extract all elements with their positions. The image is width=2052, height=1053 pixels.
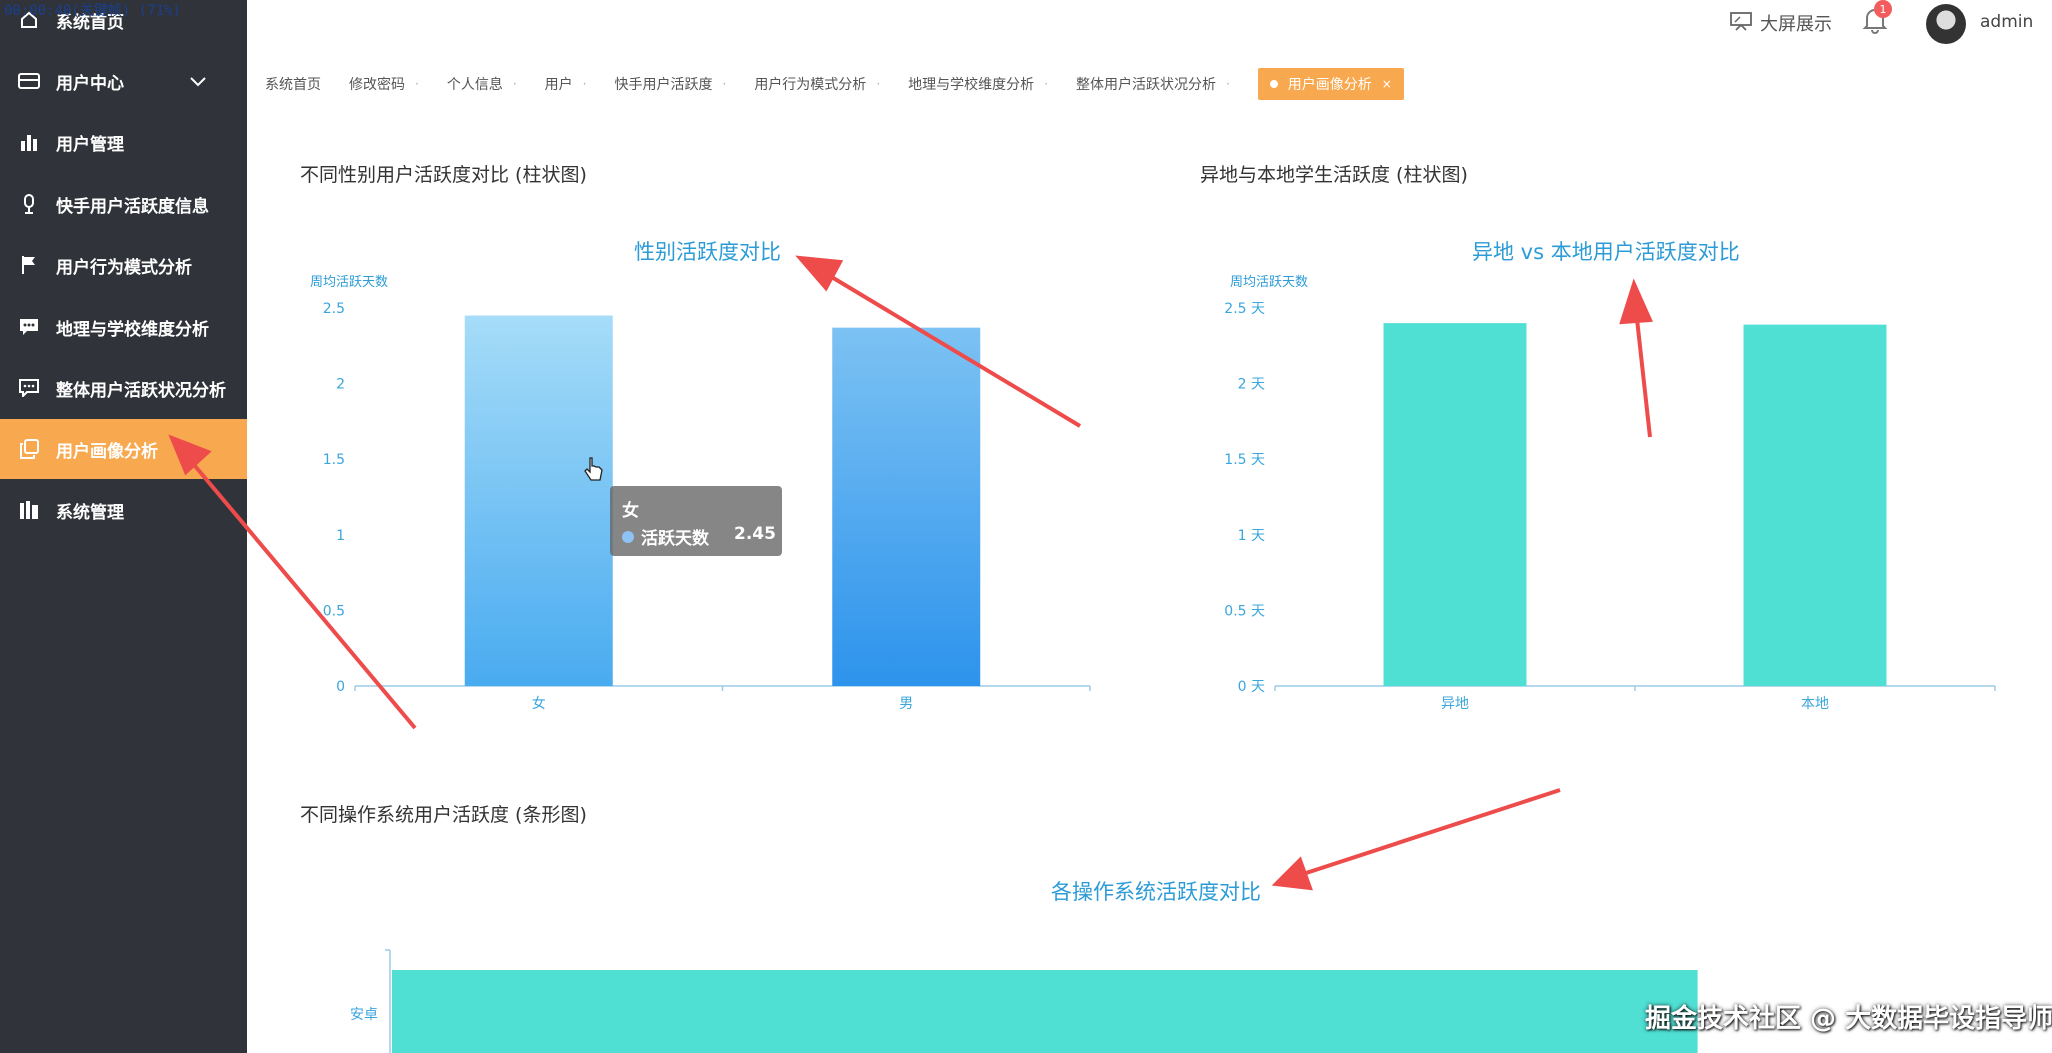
- close-icon[interactable]: ·: [1044, 77, 1048, 91]
- tab-geo-school[interactable]: 地理与学校维度分析 ·: [908, 68, 1048, 100]
- sidebar-item-system[interactable]: 系统管理: [0, 480, 247, 540]
- close-icon[interactable]: ×: [1382, 77, 1392, 91]
- y-tick-label: 0.5: [323, 603, 345, 619]
- y-axis-title: 周均活跃天数: [1230, 275, 1308, 290]
- region-section-title: 异地与本地学生活跃度 (柱状图): [1200, 164, 1468, 186]
- bar[interactable]: [392, 970, 1698, 1053]
- y-axis-title: 周均活跃天数: [310, 275, 388, 290]
- tab-home[interactable]: 系统首页: [265, 68, 321, 100]
- y-tick-label: 2.5 天: [1224, 301, 1265, 317]
- sidebar-item-label: 整体用户活跃状况分析: [56, 380, 226, 401]
- x-tick-label: 异地: [1441, 696, 1469, 712]
- chart-title-os: 各操作系统活跃度对比: [1051, 880, 1261, 904]
- sidebar-item-label: 地理与学校维度分析: [56, 319, 209, 340]
- copy-icon: [16, 439, 42, 459]
- tab-behavior[interactable]: 用户行为模式分析 ·: [754, 68, 880, 100]
- bar[interactable]: [832, 327, 981, 686]
- tab-user-profile[interactable]: 用户画像分析 ×: [1257, 68, 1404, 100]
- bar[interactable]: [1743, 324, 1887, 686]
- overlay-timestamp: 00:00:40(关键帧) (71%): [4, 3, 181, 19]
- bar-chart-icon: [16, 133, 42, 151]
- region-bar-chart[interactable]: 周均活跃天数 0 天 0.5 天 1 天 1.5 天 2 天 2.5 天异地 本地: [1200, 260, 2020, 720]
- tab-change-password[interactable]: 修改密码 ·: [349, 68, 419, 100]
- os-bar-chart[interactable]: 安卓: [330, 930, 1750, 1053]
- cursor-icon: [584, 456, 604, 486]
- tab-label: 地理与学校维度分析: [908, 77, 1035, 93]
- sidebar-item-label: 用户行为模式分析: [56, 257, 192, 278]
- bar[interactable]: [1383, 323, 1527, 686]
- tooltip-series-dot: [622, 531, 634, 543]
- close-icon[interactable]: ·: [1226, 77, 1230, 91]
- tooltip-series: 活跃天数: [641, 529, 709, 549]
- y-tick-label: 2: [336, 377, 345, 393]
- sidebar-item-behavior[interactable]: 用户行为模式分析: [0, 235, 247, 295]
- active-dot: [1269, 80, 1278, 88]
- x-tick-label: 女: [532, 695, 546, 712]
- x-tick-label: 本地: [1801, 696, 1829, 712]
- y-tick-label: 0.5 天: [1224, 603, 1265, 619]
- sidebar-item-label: 用户管理: [56, 134, 124, 155]
- x-tick-label: 男: [899, 696, 913, 712]
- os-section-title: 不同操作系统用户活跃度 (条形图): [300, 804, 587, 826]
- card-icon: [16, 72, 42, 90]
- sidebar-item-user-management[interactable]: 用户管理: [0, 112, 247, 172]
- flag-icon: [16, 255, 42, 275]
- y-tick-label: 1 天: [1238, 528, 1265, 544]
- bar[interactable]: [464, 315, 613, 686]
- chevron-down-icon: [189, 73, 207, 93]
- tab-label: 个人信息: [446, 77, 503, 93]
- tab-label: 系统首页: [265, 77, 321, 93]
- sidebar-item-user-center[interactable]: 用户中心: [0, 51, 247, 111]
- sidebar-item-label: 快手用户活跃度信息: [56, 196, 209, 217]
- y-tick-label: 安卓: [350, 1007, 378, 1023]
- sidebar-item-overall[interactable]: 整体用户活跃状况分析: [0, 358, 247, 418]
- chat-icon: [16, 379, 42, 397]
- tooltip-value: 2.45: [734, 524, 776, 544]
- notification-badge: 1: [1874, 0, 1892, 18]
- books-icon: [16, 501, 42, 519]
- big-screen-button[interactable]: 大屏展示: [1730, 10, 1832, 36]
- tab-label: 整体用户活跃状况分析: [1075, 77, 1216, 93]
- sidebar: 00:00:40(关键帧) (71%) 系统首页 用户中心 用户管理 快手用户活…: [0, 0, 247, 1053]
- sidebar-item-activity-info[interactable]: 快手用户活跃度信息: [0, 174, 247, 234]
- sidebar-item-label: 用户中心: [56, 73, 124, 94]
- tab-label: 快手用户活跃度: [614, 77, 713, 93]
- sidebar-item-label: 用户画像分析: [56, 441, 158, 462]
- y-tick-label: 2 天: [1238, 377, 1265, 393]
- watermark: 掘金技术社区 @ 大数据毕设指导师: [1645, 1004, 2052, 1034]
- tab-personal-info[interactable]: 个人信息 ·: [447, 68, 517, 100]
- y-tick-label: 1: [336, 528, 345, 544]
- tab-label: 用户行为模式分析: [754, 77, 867, 93]
- sidebar-item-geo-school[interactable]: 地理与学校维度分析: [0, 297, 247, 357]
- sidebar-item-label: 系统管理: [56, 502, 124, 523]
- tab-label: 用户: [544, 77, 573, 93]
- tab-label: 修改密码: [349, 77, 405, 93]
- tab-label: 用户画像分析: [1287, 77, 1372, 93]
- mic-icon: [16, 194, 42, 214]
- message-icon: [16, 318, 42, 336]
- close-icon[interactable]: ·: [876, 77, 880, 91]
- y-tick-label: 0 天: [1238, 679, 1265, 695]
- tab-bar: 系统首页 修改密码 · 个人信息 · 用户 · 快手用户活跃度 · 用户行为模式分析 · …: [265, 68, 1432, 100]
- chart-tooltip: 女 活跃天数 2.45: [610, 486, 782, 556]
- presentation-icon: [1730, 11, 1752, 36]
- bell-icon: [1862, 9, 1888, 38]
- y-tick-label: 1.5 天: [1224, 452, 1265, 468]
- close-icon[interactable]: ·: [583, 77, 587, 91]
- close-icon[interactable]: ·: [722, 77, 726, 91]
- y-tick-label: 0: [336, 679, 345, 695]
- y-tick-label: 2.5: [323, 301, 345, 317]
- tab-overall[interactable]: 整体用户活跃状况分析 ·: [1076, 68, 1230, 100]
- close-icon[interactable]: ·: [415, 77, 419, 91]
- y-tick-label: 1.5: [323, 452, 345, 468]
- tab-user[interactable]: 用户 ·: [545, 68, 587, 100]
- tooltip-title: 女: [622, 501, 639, 521]
- username[interactable]: admin: [1980, 12, 2033, 32]
- tab-activity[interactable]: 快手用户活跃度 ·: [614, 68, 726, 100]
- close-icon[interactable]: ·: [513, 77, 517, 91]
- avatar[interactable]: [1926, 4, 1966, 44]
- big-screen-label: 大屏展示: [1760, 14, 1832, 35]
- sidebar-item-user-profile[interactable]: 用户画像分析: [0, 419, 247, 479]
- gender-section-title: 不同性别用户活跃度对比 (柱状图): [300, 164, 587, 186]
